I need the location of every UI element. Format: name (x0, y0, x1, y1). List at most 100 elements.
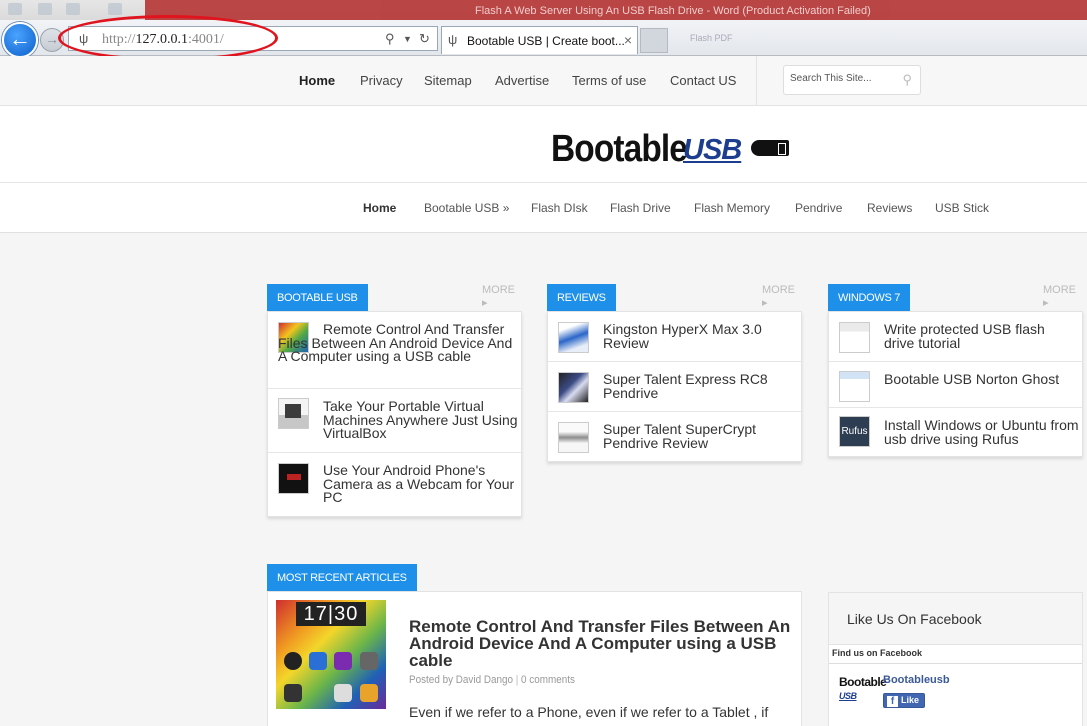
back-button[interactable]: ← (2, 22, 38, 58)
list-item[interactable]: Bootable USB Norton Ghost (829, 362, 1082, 408)
post-thumbnail[interactable]: Rufus (839, 416, 870, 447)
nav-divider (756, 56, 757, 106)
facebook-find-us: Find us on Facebook (832, 648, 923, 658)
post-thumbnail[interactable] (839, 371, 870, 402)
post-thumbnail[interactable] (839, 322, 870, 353)
list-item[interactable]: Kingston HyperX Max 3.0 Review (548, 312, 801, 362)
facebook-widget-header: Like Us On Facebook (829, 593, 1082, 645)
article-excerpt: Even if we refer to a Phone, even if we … (409, 704, 769, 720)
clock-widget: 17|30 (296, 602, 366, 626)
post-link[interactable]: Use Your Android Phone's Camera as a Web… (323, 463, 518, 505)
tab-title: Bootable USB | Create boot... (467, 34, 625, 48)
topnav-terms[interactable]: Terms of use (572, 73, 646, 88)
app-icon (360, 684, 378, 702)
usb-site-icon: ψ (448, 32, 458, 47)
highlight-ellipse (58, 15, 278, 61)
site-header: Bootable USB (0, 106, 1087, 183)
search-input[interactable] (790, 73, 900, 84)
new-tab-button[interactable] (640, 28, 668, 53)
browser-tab[interactable]: ψ Bootable USB | Create boot... × (441, 26, 638, 54)
more-link[interactable]: MORE ▸ (762, 284, 795, 309)
mainnav-flash-drive[interactable]: Flash Drive (610, 201, 671, 215)
recent-article: 17|30 Remote Control And Transfer Files … (267, 591, 802, 726)
more-link[interactable]: MORE ▸ (1043, 284, 1076, 309)
app-icon (334, 684, 352, 702)
mainnav-flash-memory[interactable]: Flash Memory (694, 201, 770, 215)
chevron-right-icon: ▸ (762, 297, 768, 309)
chevron-right-icon: ▸ (482, 297, 488, 309)
post-thumbnail[interactable] (278, 398, 309, 429)
widget-post-list: Kingston HyperX Max 3.0 Review Super Tal… (547, 311, 802, 462)
facebook-like-button[interactable]: f Like (883, 693, 926, 708)
faded-tab-label: Flash PDF (690, 33, 733, 43)
post-thumbnail[interactable] (558, 322, 589, 353)
logo-accent: USB (683, 134, 742, 166)
search-icon[interactable]: ⚲ (902, 72, 912, 88)
post-link[interactable]: Super Talent Express RC8 Pendrive (603, 372, 798, 400)
facebook-widget: Like Us On Facebook Find us on Facebook … (828, 592, 1083, 726)
author-link[interactable]: Posted by David Dango (409, 674, 513, 686)
topnav-sitemap[interactable]: Sitemap (424, 73, 472, 88)
list-item[interactable]: Rufus Install Windows or Ubuntu from usb… (829, 408, 1082, 458)
more-link[interactable]: MORE ▸ (482, 284, 515, 309)
post-link[interactable]: Remote Control And Transfer Files Betwee… (278, 322, 518, 364)
topnav-home[interactable]: Home (299, 73, 335, 88)
dropdown-icon[interactable]: ▼ (403, 34, 412, 44)
app-icon (360, 652, 378, 670)
mainnav-pendrive[interactable]: Pendrive (795, 201, 842, 215)
usb-plug-icon (751, 140, 789, 156)
mainnav-bootable-usb[interactable]: Bootable USB » (424, 201, 509, 215)
facebook-icon: f (887, 696, 898, 707)
back-arrow-icon: ← (9, 26, 31, 51)
chevron-right-icon: ▸ (1043, 297, 1049, 309)
app-icon (284, 652, 302, 670)
close-icon[interactable]: × (624, 32, 632, 48)
app-icon (309, 652, 327, 670)
post-link[interactable]: Install Windows or Ubuntu from usb drive… (884, 418, 1079, 446)
post-link[interactable]: Super Talent SuperCrypt Pendrive Review (603, 422, 798, 450)
widget-title[interactable]: WINDOWS 7 (828, 284, 911, 311)
post-link[interactable]: Bootable USB Norton Ghost (884, 372, 1079, 387)
topnav-privacy[interactable]: Privacy (360, 73, 403, 88)
search-icon[interactable]: ⚲ (385, 31, 395, 47)
list-item[interactable]: Write protected USB flash drive tutorial (829, 312, 1082, 362)
mainnav-home[interactable]: Home (363, 201, 396, 215)
facebook-page-name[interactable]: Bootableusb (883, 674, 950, 686)
mainnav-flash-disk[interactable]: Flash DIsk (531, 201, 588, 215)
redo-icon (108, 3, 122, 15)
mainnav-reviews[interactable]: Reviews (867, 201, 912, 215)
list-item[interactable]: Remote Control And Transfer Files Betwee… (268, 312, 521, 389)
save-icon (38, 3, 52, 15)
comments-link[interactable]: 0 comments (521, 674, 575, 686)
list-item[interactable]: Use Your Android Phone's Camera as a Web… (268, 453, 521, 518)
topnav-advertise[interactable]: Advertise (495, 73, 549, 88)
post-link[interactable]: Kingston HyperX Max 3.0 Review (603, 322, 798, 350)
widget-post-list: Remote Control And Transfer Files Betwee… (267, 311, 522, 517)
topnav-contact[interactable]: Contact US (670, 73, 736, 88)
settings-icon (284, 684, 302, 702)
undo-icon (66, 3, 80, 15)
forward-arrow-icon: → (45, 31, 59, 47)
list-item[interactable]: Super Talent SuperCrypt Pendrive Review (548, 412, 801, 463)
article-title[interactable]: Remote Control And Transfer Files Betwee… (409, 618, 794, 669)
music-icon (334, 652, 352, 670)
post-thumbnail[interactable] (558, 422, 589, 453)
facebook-page-avatar[interactable]: Bootable USB (839, 675, 887, 701)
post-thumbnail[interactable] (558, 372, 589, 403)
widget-title[interactable]: REVIEWS (547, 284, 616, 311)
mainnav-usb-stick[interactable]: USB Stick (935, 201, 989, 215)
facebook-widget-title: Like Us On Facebook (847, 611, 982, 627)
main-navigation: Home Bootable USB » Flash DIsk Flash Dri… (0, 183, 1087, 233)
widget-title[interactable]: BOOTABLE USB (267, 284, 368, 311)
divider (829, 663, 1082, 664)
refresh-icon[interactable]: ↻ (419, 31, 430, 47)
post-link[interactable]: Take Your Portable Virtual Machines Anyw… (323, 399, 518, 441)
list-item[interactable]: Super Talent Express RC8 Pendrive (548, 362, 801, 412)
app-icon (8, 3, 22, 15)
list-item[interactable]: Take Your Portable Virtual Machines Anyw… (268, 389, 521, 453)
post-thumbnail[interactable] (278, 463, 309, 494)
site-search[interactable]: ⚲ (783, 65, 921, 95)
post-link[interactable]: Write protected USB flash drive tutorial (884, 322, 1079, 350)
article-thumbnail[interactable]: 17|30 (276, 600, 386, 709)
recent-section-title: MOST RECENT ARTICLES (267, 564, 417, 591)
